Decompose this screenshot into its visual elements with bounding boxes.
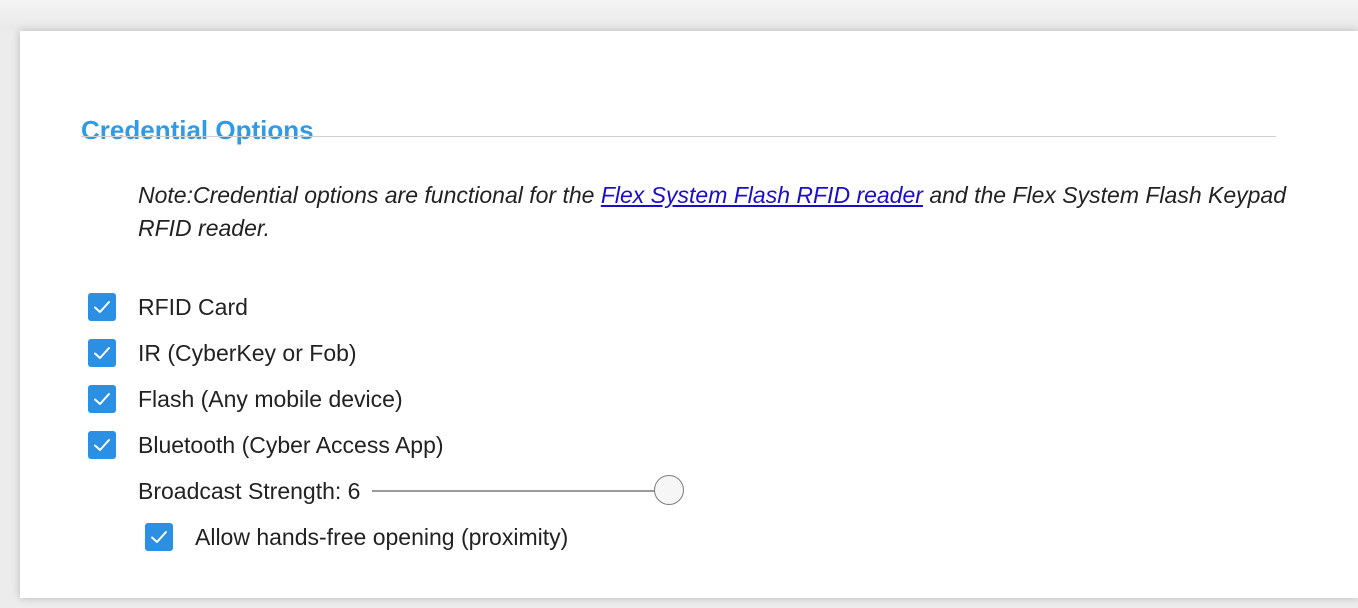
option-flash[interactable]: Flash (Any mobile device) [88, 376, 888, 422]
checkmark-icon [94, 301, 110, 313]
broadcast-strength-row: Broadcast Strength: 6 [138, 468, 888, 514]
credential-options-panel: Credential Options Note:Credential optio… [20, 31, 1358, 598]
note-text: Note:Credential options are functional f… [138, 179, 1288, 245]
hands-free-label: Allow hands-free opening (proximity) [195, 523, 569, 550]
bluetooth-checkbox[interactable] [88, 431, 116, 459]
window-top-strip [0, 0, 1358, 30]
rfid-card-label: RFID Card [138, 293, 248, 320]
flex-reader-link[interactable]: Flex System Flash RFID reader [601, 182, 923, 208]
checkmark-icon [94, 347, 110, 359]
option-ir[interactable]: IR (CyberKey or Fob) [88, 330, 888, 376]
checkmark-icon [94, 393, 110, 405]
credential-options-list: RFID Card IR (CyberKey or Fob) Flash (An… [88, 284, 888, 560]
option-hands-free[interactable]: Allow hands-free opening (proximity) [145, 514, 888, 560]
option-rfid-card[interactable]: RFID Card [88, 284, 888, 330]
checkmark-icon [151, 531, 167, 543]
slider-thumb[interactable] [654, 475, 685, 505]
flash-checkbox[interactable] [88, 385, 116, 413]
section-title: Credential Options [81, 115, 314, 145]
rfid-card-checkbox[interactable] [88, 293, 116, 321]
hands-free-checkbox[interactable] [145, 523, 173, 551]
broadcast-strength-slider[interactable] [372, 474, 685, 508]
ir-checkbox[interactable] [88, 339, 116, 367]
note-prefix: Note:Credential options are functional f… [138, 182, 601, 208]
slider-track [372, 490, 667, 492]
checkmark-icon [94, 439, 110, 451]
ir-label: IR (CyberKey or Fob) [138, 339, 357, 366]
section-divider [81, 136, 1276, 137]
option-bluetooth[interactable]: Bluetooth (Cyber Access App) [88, 422, 888, 468]
bluetooth-label: Bluetooth (Cyber Access App) [138, 431, 444, 458]
broadcast-strength-label: Broadcast Strength: 6 [138, 477, 361, 504]
flash-label: Flash (Any mobile device) [138, 385, 403, 412]
